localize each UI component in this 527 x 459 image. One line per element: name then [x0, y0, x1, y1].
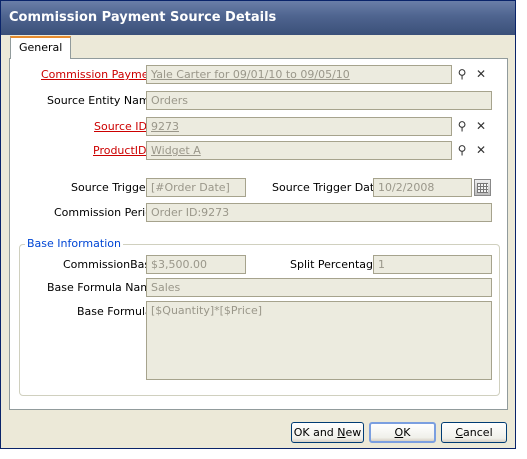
ok-and-new-button[interactable]: OK and New [291, 422, 364, 443]
dialog-window: Commission Payment Source Details Genera… [0, 0, 516, 449]
source-entity-name-field[interactable]: Orders [146, 91, 492, 110]
ok-label-post: K [403, 426, 411, 439]
binoculars-icon[interactable]: ⚲ [453, 65, 471, 83]
product-id-label[interactable]: ProductID [93, 144, 146, 157]
ok-and-new-label-pre: OK and [293, 426, 338, 439]
clear-x-icon[interactable]: ✕ [472, 65, 490, 83]
binoculars-icon[interactable]: ⚲ [453, 117, 471, 135]
split-percentage-label: Split Percentage [290, 258, 380, 271]
commission-base-label: CommissionBase [63, 258, 157, 271]
ok-and-new-accel: N [337, 426, 346, 439]
cancel-label-post: ancel [463, 426, 493, 439]
binoculars-icon[interactable]: ⚲ [453, 141, 471, 159]
source-trigger-date-field[interactable]: 10/2/2008 [373, 178, 472, 197]
calendar-icon[interactable] [474, 179, 491, 196]
source-id-field[interactable]: 9273 [146, 117, 452, 136]
clear-x-icon[interactable]: ✕ [472, 141, 490, 159]
commission-payment-field[interactable]: Yale Carter for 09/01/10 to 09/05/10 [146, 65, 452, 84]
clear-x-icon[interactable]: ✕ [472, 117, 490, 135]
ok-and-new-label-post: ew [345, 426, 362, 439]
base-formula-label: Base Formula [77, 305, 152, 318]
commission-payment-label[interactable]: Commission Payment [41, 68, 160, 81]
source-trigger-field[interactable]: [#Order Date] [146, 178, 246, 197]
base-formula-name-label: Base Formula Name [47, 281, 158, 294]
cancel-accel: C [455, 426, 464, 439]
tab-strip: General [8, 36, 508, 59]
source-id-label[interactable]: Source ID [94, 120, 147, 133]
base-formula-textarea[interactable]: [$Quantity]*[$Price] [146, 301, 492, 380]
split-percentage-field[interactable]: 1 [373, 255, 492, 274]
commission-period-field[interactable]: Order ID:9273 [146, 203, 492, 222]
product-id-field[interactable]: Widget A [146, 141, 452, 160]
source-entity-name-label: Source Entity Name [47, 94, 157, 107]
cancel-button[interactable]: Cancel [441, 422, 507, 443]
tab-general[interactable]: General [10, 36, 72, 59]
ok-accel: O [394, 426, 404, 439]
ok-button[interactable]: OK [369, 422, 436, 443]
base-information-title: Base Information [25, 237, 123, 250]
source-trigger-label: Source Trigger [71, 181, 151, 194]
base-formula-name-field[interactable]: Sales [146, 278, 492, 297]
commission-base-field[interactable]: $3,500.00 [146, 255, 246, 274]
title-bar[interactable]: Commission Payment Source Details [1, 1, 515, 35]
source-trigger-date-label: Source Trigger Date [272, 181, 382, 194]
window-title: Commission Payment Source Details [9, 10, 277, 25]
commission-period-label: Commission Period [54, 206, 159, 219]
